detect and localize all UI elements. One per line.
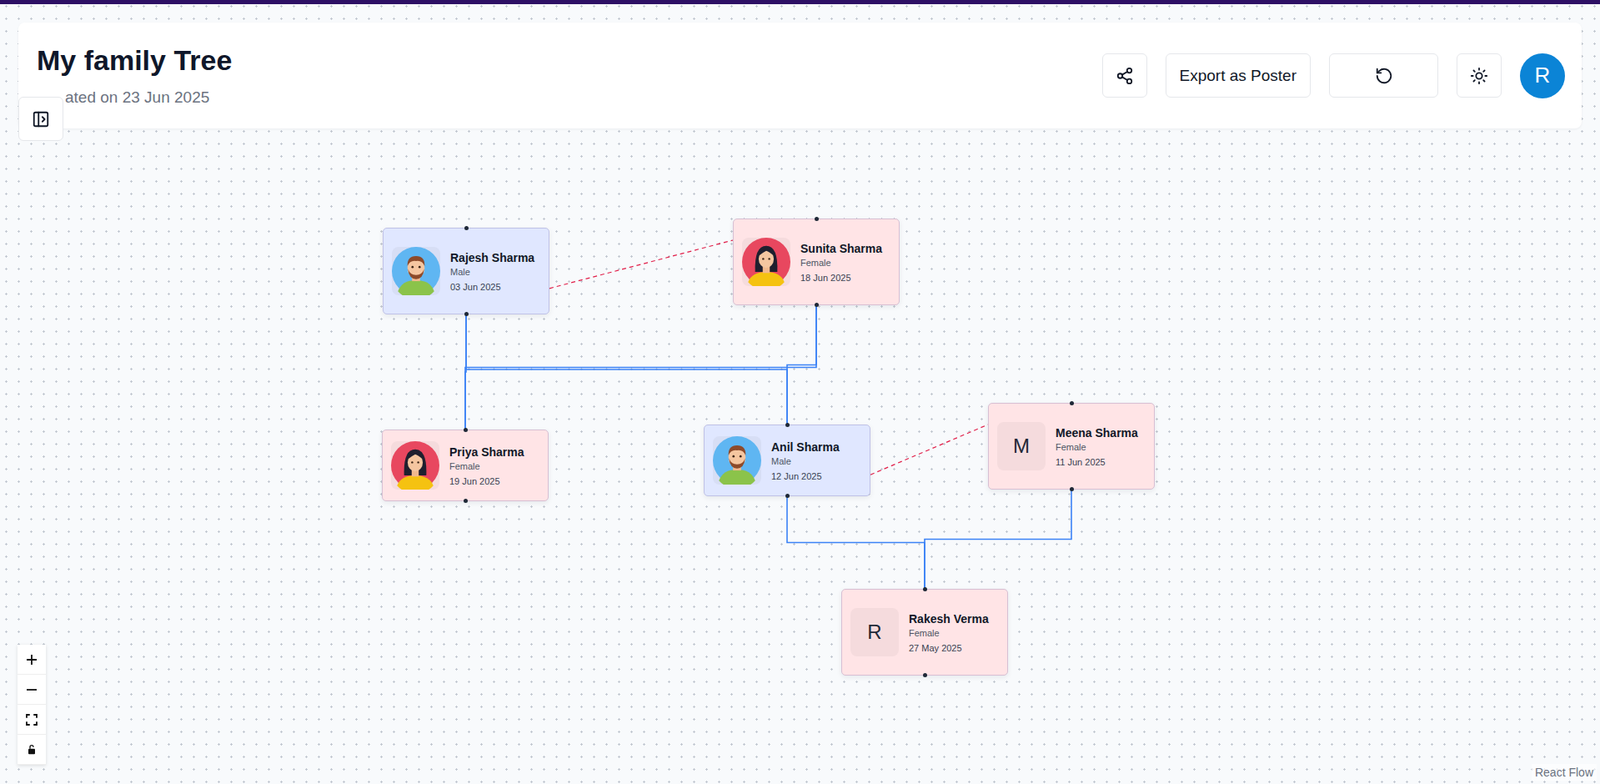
person-name: Rajesh Sharma (450, 250, 535, 266)
avatar: M (997, 421, 1046, 471)
avatar-initial: M (1013, 434, 1030, 458)
male-avatar-icon (391, 246, 441, 296)
person-name: Priya Sharma (449, 444, 525, 461)
person-date: 19 Jun 2025 (449, 476, 525, 487)
react-flow-attribution[interactable]: React Flow (1531, 763, 1597, 781)
theme-toggle-button[interactable] (1456, 53, 1502, 98)
person-node[interactable]: Priya SharmaFemale 19 Jun 2025 (381, 429, 549, 502)
person-node[interactable]: M Meena SharmaFemale 11 Jun 2025 (988, 402, 1155, 490)
person-details: Anil SharmaMale 12 Jun 2025 (771, 439, 840, 482)
refresh-icon (1374, 66, 1394, 86)
zoom-in-button[interactable] (17, 644, 46, 675)
lock-button[interactable] (17, 734, 46, 765)
node-handle[interactable] (463, 498, 468, 503)
fit-view-button[interactable] (17, 704, 46, 735)
person-node[interactable]: Anil SharmaMale 12 Jun 2025 (703, 424, 871, 497)
person-gender: Female (1055, 441, 1139, 452)
avatar: R (850, 607, 899, 657)
person-gender: Male (450, 266, 535, 277)
person-date: 27 May 2025 (908, 642, 989, 653)
tree-edge (549, 240, 733, 289)
avatar (391, 441, 440, 490)
zoom-out-button[interactable] (17, 674, 46, 705)
person-details: Priya SharmaFemale 19 Jun 2025 (449, 444, 525, 487)
person-gender: Female (800, 257, 883, 268)
node-handle[interactable] (785, 493, 790, 498)
panel-open-icon (31, 110, 51, 129)
avatar (742, 237, 791, 286)
plus-icon (24, 652, 40, 668)
sidebar-toggle-button[interactable] (18, 96, 64, 141)
share-button[interactable] (1102, 53, 1148, 98)
node-handle[interactable] (814, 302, 819, 307)
person-details: Sunita SharmaFemale 18 Jun 2025 (800, 240, 883, 284)
node-handle[interactable] (922, 672, 928, 678)
person-details: Rakesh VermaFemale 27 May 2025 (908, 611, 989, 654)
updated-date: ated on 23 Jun 2025 (36, 88, 232, 107)
tree-edge (787, 496, 925, 589)
fit-view-icon (24, 712, 40, 728)
person-gender: Male (771, 456, 840, 467)
share-icon (1115, 66, 1134, 86)
person-details: Meena SharmaFemale 11 Jun 2025 (1055, 425, 1139, 468)
tree-edge (870, 424, 989, 475)
person-name: Rakesh Verma (908, 611, 989, 627)
sun-icon (1469, 66, 1489, 86)
person-date: 11 Jun 2025 (1055, 456, 1139, 467)
node-handle[interactable] (463, 427, 468, 432)
title-block: My family Tree ated on 23 Jun 2025 (36, 44, 232, 107)
person-node[interactable]: Rajesh SharmaMale 03 Jun 2025 (382, 227, 550, 315)
node-handle[interactable] (1069, 401, 1074, 406)
female-avatar-icon (742, 237, 791, 286)
person-node[interactable]: R Rakesh VermaFemale 27 May 2025 (841, 588, 1009, 676)
person-date: 18 Jun 2025 (800, 272, 883, 283)
person-date: 12 Jun 2025 (771, 471, 840, 482)
person-gender: Female (908, 627, 989, 638)
node-handle[interactable] (464, 311, 469, 316)
avatar (391, 246, 441, 296)
family-tree-page: Rajesh SharmaMale03 Jun 2025Sunita Sharm… (0, 0, 1600, 784)
tree-edge (465, 305, 817, 430)
top-accent-bar (0, 0, 1600, 5)
tree-edge (924, 489, 1072, 589)
tree-edge (466, 314, 788, 425)
person-details: Rajesh SharmaMale 03 Jun 2025 (450, 250, 535, 293)
node-handle[interactable] (814, 216, 819, 221)
node-handle[interactable] (1069, 486, 1074, 492)
toolbar: Export as Poster R (1102, 53, 1565, 99)
reset-button[interactable] (1329, 53, 1439, 98)
node-handle[interactable] (785, 422, 790, 427)
avatar (712, 436, 762, 485)
node-handle[interactable] (922, 586, 928, 592)
canvas-controls (17, 644, 46, 765)
tree-edge (465, 314, 467, 430)
person-gender: Female (449, 461, 525, 472)
export-poster-button[interactable]: Export as Poster (1165, 53, 1311, 98)
tree-title: My family Tree (36, 44, 232, 77)
user-avatar[interactable]: R (1519, 53, 1565, 99)
person-name: Sunita Sharma (800, 240, 883, 257)
tree-edge (787, 305, 817, 425)
male-avatar-icon (712, 436, 762, 485)
person-name: Anil Sharma (771, 439, 840, 456)
person-date: 03 Jun 2025 (450, 281, 535, 292)
minus-icon (24, 682, 40, 698)
female-avatar-icon (391, 441, 440, 490)
person-name: Meena Sharma (1055, 425, 1139, 442)
lock-icon (25, 742, 39, 757)
person-node[interactable]: Sunita SharmaFemale 18 Jun 2025 (732, 218, 900, 306)
node-handle[interactable] (464, 225, 469, 231)
avatar-initial: R (867, 620, 882, 644)
header-card: My family Tree ated on 23 Jun 2025 Export … (18, 22, 1582, 129)
